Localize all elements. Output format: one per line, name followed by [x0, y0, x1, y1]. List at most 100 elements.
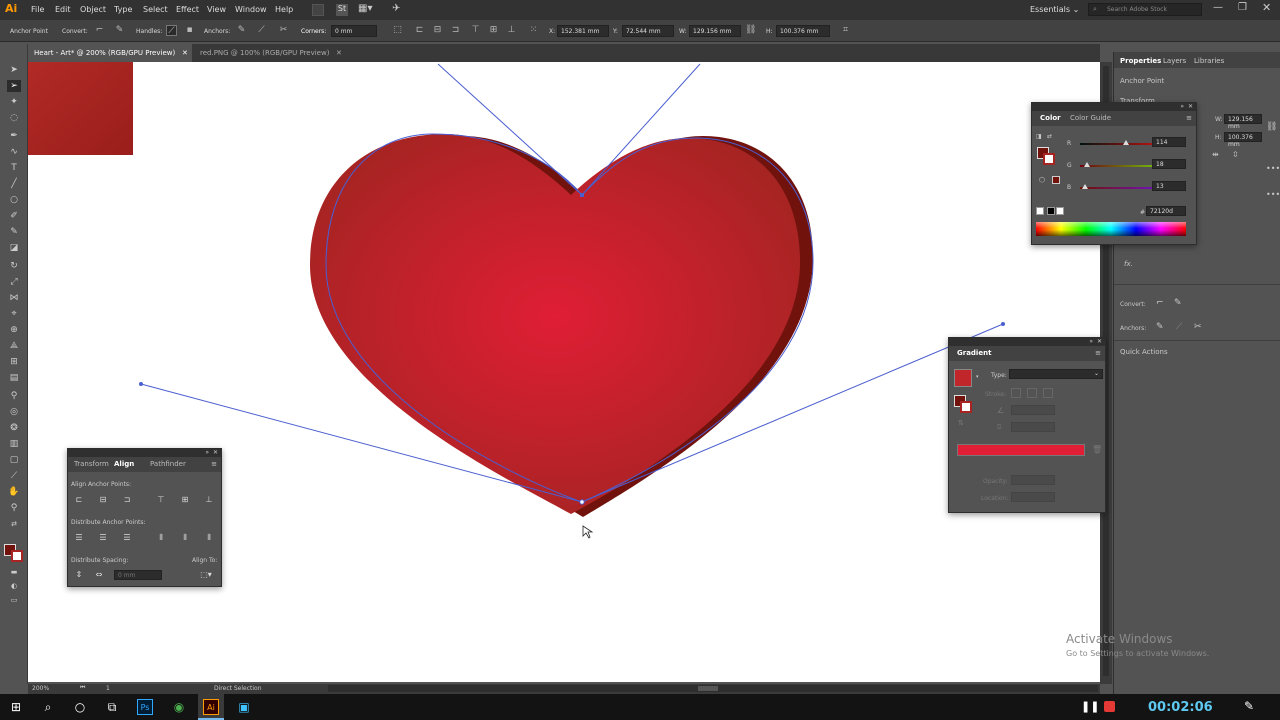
aspect-ratio-field[interactable]: [1011, 422, 1055, 432]
graph-tool-icon[interactable]: ▥: [7, 438, 21, 450]
align-vcenter-icon[interactable]: ⊞: [488, 25, 499, 36]
arrange-documents-icon[interactable]: ▦▾: [358, 3, 372, 14]
y-field[interactable]: 72.544 mm: [622, 25, 674, 37]
out-of-gamut-icon[interactable]: ⬡: [1039, 176, 1045, 184]
menu-type[interactable]: Type: [114, 5, 132, 14]
constrain-proportions-icon[interactable]: ⛓: [745, 25, 756, 36]
draw-pen-icon[interactable]: ✎: [1244, 699, 1254, 713]
windows-start-icon[interactable]: ⊞: [8, 699, 24, 715]
menu-window[interactable]: Window: [235, 5, 267, 14]
screen-recorder-icon[interactable]: ▣: [236, 699, 252, 715]
isolate-icon[interactable]: ⌗: [840, 25, 851, 36]
width-tool-icon[interactable]: ⋈: [7, 292, 21, 304]
menu-object[interactable]: Object: [80, 5, 106, 14]
artboard-number[interactable]: 1: [106, 685, 110, 692]
panel-menu-icon[interactable]: ≡: [1186, 114, 1192, 122]
first-artboard-icon[interactable]: ⏮: [80, 684, 85, 692]
hand-tool-icon[interactable]: ✋: [7, 486, 21, 498]
gradient-slider[interactable]: [957, 444, 1085, 456]
draw-mode-icon[interactable]: ◐: [7, 580, 21, 592]
ellipse-tool-icon[interactable]: ○: [7, 194, 21, 206]
magic-wand-tool-icon[interactable]: ✦: [7, 96, 21, 108]
close-tab-icon[interactable]: ✕: [336, 49, 342, 57]
cut-path-icon[interactable]: ✂: [278, 25, 289, 36]
color-spectrum[interactable]: [1036, 222, 1186, 236]
line-tool-icon[interactable]: ╱: [7, 178, 21, 190]
angle-field[interactable]: [1011, 405, 1055, 415]
zoom-level[interactable]: 200%: [32, 685, 49, 692]
effects-label[interactable]: fx.: [1124, 260, 1133, 268]
anchor-point-bottom[interactable]: [579, 499, 585, 505]
align-hcenter-icon[interactable]: ⊟: [432, 25, 443, 36]
close-icon[interactable]: ✕: [213, 449, 218, 456]
gradient-tool-icon[interactable]: ▤: [7, 372, 21, 384]
handles-show-icon[interactable]: ⟋: [166, 25, 177, 36]
x-field[interactable]: 152.381 mm: [557, 25, 609, 37]
distribute-bottom-icon[interactable]: ☰: [122, 533, 132, 543]
white-swatch[interactable]: [1056, 207, 1064, 215]
tab-color[interactable]: Color: [1040, 114, 1061, 122]
stock-icon[interactable]: St: [336, 4, 348, 16]
vertical-spacing-icon[interactable]: ⇕: [74, 570, 84, 580]
convert-corner-icon[interactable]: ⌐: [94, 25, 105, 36]
r-value-field[interactable]: 114: [1152, 137, 1186, 147]
stop-record-icon[interactable]: [1104, 701, 1115, 712]
hex-field[interactable]: 72120d: [1146, 206, 1186, 216]
align-left-icon[interactable]: ⊏: [74, 495, 84, 505]
eraser-tool-icon[interactable]: ◪: [7, 242, 21, 254]
rotate-tool-icon[interactable]: ↻: [7, 260, 21, 272]
align-top-icon[interactable]: ⊤: [470, 25, 481, 36]
gamut-color-swatch[interactable]: [1052, 176, 1060, 184]
tab-transform[interactable]: Transform: [74, 460, 109, 468]
paintbrush-tool-icon[interactable]: ✐: [7, 210, 21, 222]
stock-search-input[interactable]: ⌕ Search Adobe Stock: [1088, 3, 1202, 16]
type-tool-icon[interactable]: T: [7, 162, 21, 174]
selection-tool-icon[interactable]: ➤: [7, 64, 21, 76]
scale-tool-icon[interactable]: ⤢: [7, 276, 21, 288]
align-vcenter-icon[interactable]: ⊞: [180, 495, 190, 505]
reference-point-icon[interactable]: ⁙: [528, 25, 539, 36]
eyedropper-tool-icon[interactable]: ⚲: [7, 390, 21, 402]
screen-mode-icon[interactable]: ▭: [7, 594, 21, 606]
symbol-sprayer-tool-icon[interactable]: ❂: [7, 422, 21, 434]
close-icon[interactable]: ✕: [1097, 338, 1102, 345]
horizontal-scrollbar[interactable]: [328, 685, 1098, 692]
black-swatch[interactable]: [1047, 207, 1055, 215]
menu-effect[interactable]: Effect: [176, 5, 199, 14]
align-bottom-icon[interactable]: ⊥: [204, 495, 214, 505]
connect-anchor-icon[interactable]: ⟋: [256, 25, 267, 36]
convert-smooth-icon[interactable]: ✎: [114, 25, 125, 36]
gpu-performance-icon[interactable]: ✈: [392, 3, 400, 14]
align-to-dropdown-icon[interactable]: ⬚▾: [198, 570, 214, 580]
close-icon[interactable]: ✕: [1188, 103, 1193, 110]
stroke-along-icon[interactable]: [1027, 388, 1037, 398]
convert-smooth-icon[interactable]: ✎: [1174, 298, 1182, 308]
artboard-canvas[interactable]: » ✕ Transform Align Pathfinder ≡ Align A…: [28, 62, 1100, 682]
opacity-field[interactable]: [1011, 475, 1055, 485]
free-transform-tool-icon[interactable]: ⌖: [7, 308, 21, 320]
width-field[interactable]: 129.156 mm: [1224, 114, 1262, 130]
panel-menu-icon[interactable]: ≡: [211, 460, 217, 468]
stroke-across-icon[interactable]: [1043, 388, 1053, 398]
tab-align[interactable]: Align: [114, 460, 134, 468]
align-right-icon[interactable]: ⊐: [450, 25, 461, 36]
distribute-top-icon[interactable]: ☰: [74, 533, 84, 543]
menu-view[interactable]: View: [207, 5, 226, 14]
w-field[interactable]: 129.156 mm: [689, 25, 741, 37]
more-options-icon[interactable]: •••: [1266, 164, 1280, 173]
menu-edit[interactable]: Edit: [55, 5, 71, 14]
perspective-grid-tool-icon[interactable]: ⟁: [7, 340, 21, 352]
maximize-button[interactable]: ❐: [1238, 2, 1247, 13]
align-bottom-icon[interactable]: ⊥: [506, 25, 517, 36]
align-top-icon[interactable]: ⊤: [156, 495, 166, 505]
remove-anchor-icon[interactable]: ✎: [1156, 322, 1164, 332]
handle-point[interactable]: [1001, 322, 1005, 326]
tab-libraries[interactable]: Libraries: [1194, 57, 1224, 65]
tab-red-png[interactable]: red.PNG @ 100% (RGB/GPU Preview) ✕: [194, 44, 346, 62]
collapse-icon[interactable]: »: [205, 449, 209, 456]
default-colors-icon[interactable]: ◨: [1036, 133, 1042, 140]
corner-radius-field[interactable]: 0 mm: [331, 25, 377, 37]
spacing-field[interactable]: 0 mm: [114, 570, 162, 580]
direct-selection-tool-icon[interactable]: ➢: [7, 80, 21, 92]
tab-gradient[interactable]: Gradient: [957, 349, 991, 357]
